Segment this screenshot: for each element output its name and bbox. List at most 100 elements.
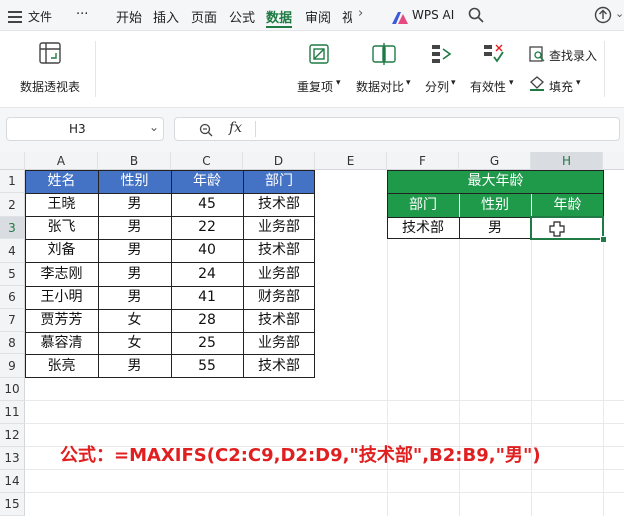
row-header-8[interactable]: 8 — [0, 332, 25, 354]
pivot-table-icon[interactable] — [38, 41, 62, 69]
column-header-a[interactable]: A — [25, 152, 98, 170]
row-header-4[interactable]: 4 — [0, 239, 25, 263]
column-header-h[interactable]: H — [531, 152, 603, 170]
table-cell[interactable]: 业务部 — [243, 262, 315, 286]
criteria-header-age[interactable]: 年龄 — [531, 193, 604, 217]
row-header-2[interactable]: 2 — [0, 193, 25, 217]
table-cell[interactable]: 男 — [98, 262, 171, 286]
row-header-3[interactable]: 3 — [0, 217, 25, 239]
zoom-search-icon[interactable] — [199, 122, 213, 141]
criteria-header-gender[interactable]: 性别 — [459, 193, 531, 217]
validity-icon[interactable] — [482, 43, 504, 69]
row-header-12[interactable]: 12 — [0, 424, 25, 447]
criteria-value-dept[interactable]: 技术部 — [387, 217, 459, 239]
name-box[interactable]: H3 ⌄ — [6, 117, 164, 141]
row-header-15[interactable]: 15 — [0, 493, 25, 516]
more-menu[interactable]: ··· — [76, 7, 88, 22]
split-column-button[interactable]: 分列 — [425, 78, 449, 95]
row-header-10[interactable]: 10 — [0, 378, 25, 401]
tab-insert[interactable]: 插入 — [153, 7, 179, 26]
table-cell[interactable]: 张飞 — [25, 216, 98, 239]
table-cell[interactable]: 28 — [171, 309, 243, 332]
table-cell[interactable]: 王小明 — [25, 286, 98, 309]
tab-view[interactable]: 视 — [342, 7, 352, 26]
formula-input[interactable]: fx — [174, 117, 620, 141]
tab-data[interactable]: 数据 — [266, 7, 292, 26]
fx-icon[interactable]: fx — [229, 120, 242, 136]
tab-home[interactable]: 开始 — [116, 7, 142, 26]
table-cell[interactable]: 41 — [171, 286, 243, 309]
criteria-header-dept[interactable]: 部门 — [387, 193, 459, 217]
row-header-9[interactable]: 9 — [0, 354, 25, 378]
row-header-5[interactable]: 5 — [0, 263, 25, 286]
tab-formula[interactable]: 公式 — [229, 7, 255, 26]
table-cell[interactable]: 男 — [98, 193, 171, 216]
wps-ai-button[interactable]: WPS AI — [412, 8, 454, 22]
column-header-c[interactable]: C — [171, 152, 243, 170]
fill-button[interactable]: 填充 — [549, 78, 573, 95]
column-header-f[interactable]: F — [387, 152, 459, 170]
duplicates-dropdown-icon[interactable]: ▾ — [336, 78, 341, 88]
table-cell[interactable]: 女 — [98, 309, 171, 332]
table-cell[interactable]: 技术部 — [243, 239, 315, 262]
table-cell[interactable]: 王晓 — [25, 193, 98, 216]
duplicates-icon[interactable] — [308, 43, 330, 69]
row-header-1[interactable]: 1 — [0, 170, 25, 193]
file-menu[interactable]: 文件 — [28, 8, 52, 25]
header-age[interactable]: 年龄 — [171, 170, 243, 193]
table-cell[interactable]: 慕容清 — [25, 332, 98, 354]
table-cell[interactable]: 技术部 — [243, 309, 315, 332]
table-cell[interactable]: 24 — [171, 262, 243, 286]
data-compare-button[interactable]: 数据对比 — [356, 78, 404, 95]
validity-button[interactable]: 有效性 — [470, 78, 506, 95]
table-cell[interactable]: 业务部 — [243, 332, 315, 354]
fill-icon[interactable] — [529, 76, 545, 96]
table-cell[interactable]: 男 — [98, 354, 171, 378]
table-cell[interactable]: 男 — [98, 286, 171, 309]
table-cell[interactable]: 男 — [98, 216, 171, 239]
max-age-title[interactable]: 最大年龄 — [387, 170, 604, 193]
header-dept[interactable]: 部门 — [243, 170, 315, 193]
chevron-down-icon[interactable]: ⌄ — [149, 120, 159, 134]
row-header-7[interactable]: 7 — [0, 309, 25, 332]
criteria-value-gender[interactable]: 男 — [459, 217, 531, 239]
pivot-table-button[interactable]: 数据透视表 — [20, 78, 80, 95]
cloud-upload-icon[interactable] — [594, 6, 612, 28]
row-header-11[interactable]: 11 — [0, 401, 25, 424]
table-cell[interactable]: 技术部 — [243, 354, 315, 378]
fill-dropdown-icon[interactable]: ▾ — [576, 78, 581, 88]
tab-scroll-right-icon[interactable]: › — [358, 6, 363, 21]
table-cell[interactable]: 财务部 — [243, 286, 315, 309]
table-cell[interactable]: 刘备 — [25, 239, 98, 262]
search-icon[interactable] — [468, 7, 484, 27]
tab-page[interactable]: 页面 — [191, 7, 217, 26]
select-all-corner[interactable] — [0, 152, 25, 170]
header-name[interactable]: 姓名 — [25, 170, 98, 193]
column-header-d[interactable]: D — [243, 152, 315, 170]
header-gender[interactable]: 性别 — [98, 170, 171, 193]
table-cell[interactable]: 25 — [171, 332, 243, 354]
table-cell[interactable]: 张亮 — [25, 354, 98, 378]
column-header-e[interactable]: E — [315, 152, 387, 170]
table-cell[interactable]: 李志刚 — [25, 262, 98, 286]
chevron-down-icon[interactable]: ⌄ — [615, 7, 624, 20]
table-cell[interactable]: 业务部 — [243, 216, 315, 239]
validity-dropdown-icon[interactable]: ▾ — [509, 78, 514, 88]
data-compare-icon[interactable] — [372, 43, 396, 69]
table-cell[interactable]: 贾芳芳 — [25, 309, 98, 332]
row-header-13[interactable]: 13 — [0, 447, 25, 470]
table-cell[interactable]: 技术部 — [243, 193, 315, 216]
tab-review[interactable]: 审阅 — [305, 7, 331, 26]
menu-icon[interactable] — [8, 8, 22, 27]
row-header-14[interactable]: 14 — [0, 470, 25, 493]
table-cell[interactable]: 45 — [171, 193, 243, 216]
split-dropdown-icon[interactable]: ▾ — [451, 78, 456, 88]
find-entry-button[interactable]: 查找录入 — [549, 47, 597, 64]
row-header-6[interactable]: 6 — [0, 286, 25, 309]
split-column-icon[interactable] — [430, 43, 452, 69]
column-header-b[interactable]: B — [98, 152, 171, 170]
find-entry-icon[interactable] — [529, 46, 545, 66]
table-cell[interactable]: 女 — [98, 332, 171, 354]
duplicates-button[interactable]: 重复项 — [297, 78, 333, 95]
column-header-g[interactable]: G — [459, 152, 531, 170]
